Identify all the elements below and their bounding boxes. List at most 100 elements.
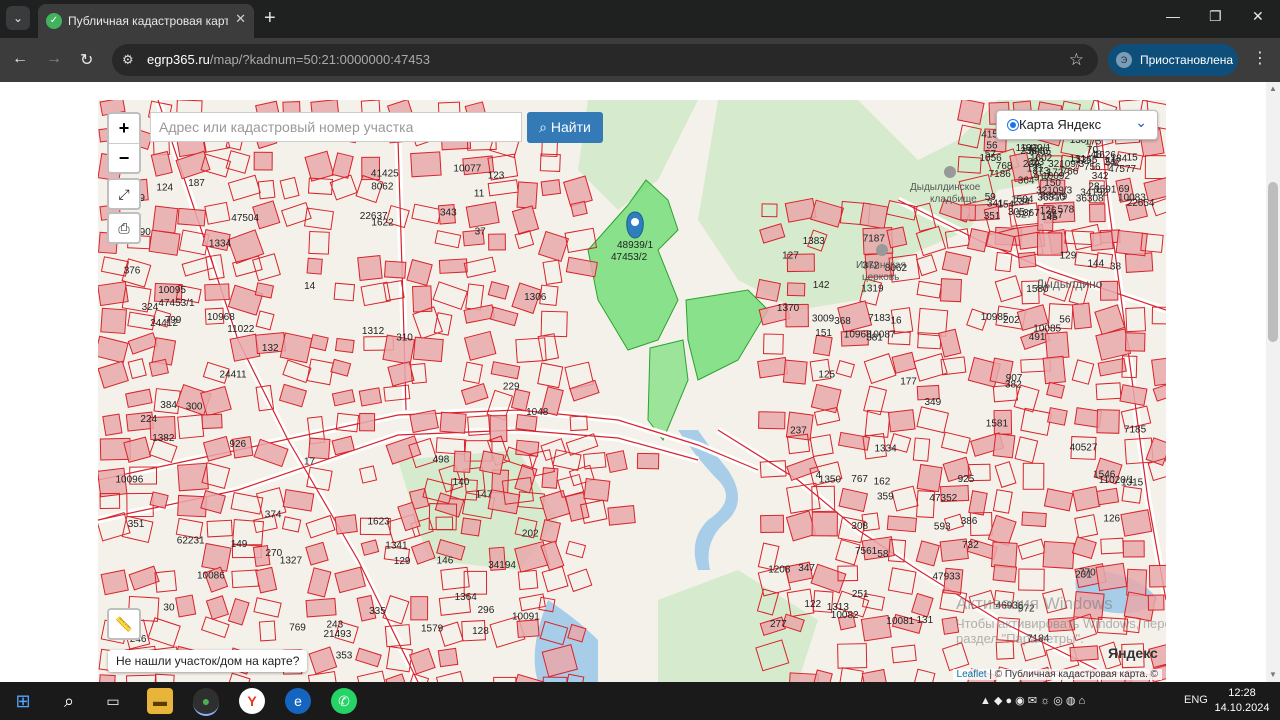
layer-radio[interactable] <box>1007 119 1019 131</box>
parcel[interactable] <box>517 569 539 591</box>
parcel[interactable] <box>411 203 442 225</box>
parcel[interactable] <box>915 540 940 567</box>
parcel[interactable] <box>1069 645 1099 662</box>
parcel[interactable] <box>811 511 838 537</box>
parcel[interactable] <box>605 450 628 474</box>
file-explorer-icon[interactable]: ▬ <box>147 688 173 714</box>
parcel[interactable] <box>98 335 129 364</box>
ruler-icon[interactable]: 📏 <box>107 608 141 640</box>
parcel[interactable] <box>465 283 485 311</box>
parcel[interactable] <box>281 516 302 533</box>
whatsapp-icon[interactable]: ✆ <box>331 688 357 714</box>
parcel[interactable] <box>147 617 181 648</box>
search-button[interactable]: ⌕ Найти <box>527 112 603 143</box>
parcel[interactable] <box>331 389 356 407</box>
parcel[interactable] <box>305 597 337 618</box>
parcel[interactable] <box>607 505 636 526</box>
scroll-down-icon[interactable]: ▼ <box>1269 670 1277 679</box>
parcel[interactable] <box>465 201 500 229</box>
parcel[interactable] <box>253 151 273 171</box>
parcel[interactable] <box>992 564 1018 583</box>
parcel[interactable] <box>460 517 482 537</box>
parcel[interactable] <box>440 566 470 591</box>
parcel[interactable] <box>253 597 282 618</box>
parcel[interactable] <box>254 282 275 299</box>
parcel[interactable] <box>460 382 489 406</box>
parcel[interactable] <box>1125 307 1147 333</box>
parcel[interactable] <box>358 387 383 407</box>
parcel[interactable] <box>863 353 897 385</box>
parcel[interactable] <box>255 310 275 331</box>
parcel[interactable] <box>1099 280 1119 301</box>
parcel[interactable] <box>562 175 593 208</box>
not-found-link[interactable]: Не нашли участок/дом на карте? <box>108 650 308 672</box>
parcel[interactable] <box>202 435 232 462</box>
minimize-icon[interactable]: — <box>1166 8 1180 24</box>
parcel[interactable] <box>992 433 1016 459</box>
parcel[interactable] <box>1124 332 1146 352</box>
parcel[interactable] <box>1095 382 1122 401</box>
parcel[interactable] <box>916 406 950 434</box>
parcel[interactable] <box>279 332 313 364</box>
parcel[interactable] <box>257 179 276 200</box>
parcel[interactable] <box>410 151 442 178</box>
parcel[interactable] <box>1124 252 1154 273</box>
parcel[interactable] <box>1064 230 1095 246</box>
parcel[interactable] <box>406 258 433 286</box>
task-view-icon[interactable]: ▭ <box>100 688 126 714</box>
parcel[interactable] <box>838 667 864 682</box>
parcel[interactable] <box>938 328 962 358</box>
parcel[interactable] <box>479 450 505 475</box>
parcel[interactable] <box>125 674 157 682</box>
parcel[interactable] <box>308 646 338 675</box>
active-tab[interactable]: ✓ Публичная кадастровая карта ✕ <box>38 4 254 38</box>
parcel[interactable] <box>583 478 611 502</box>
parcel[interactable] <box>100 569 129 596</box>
parcel[interactable] <box>811 669 833 682</box>
parcel[interactable] <box>225 150 251 174</box>
parcel[interactable] <box>150 150 173 177</box>
parcel[interactable] <box>760 514 785 534</box>
parcel[interactable] <box>757 356 789 379</box>
parcel[interactable] <box>887 567 917 595</box>
parcel[interactable] <box>992 489 1013 514</box>
parcel[interactable] <box>410 596 429 621</box>
parcel[interactable] <box>835 359 855 378</box>
parcel[interactable] <box>359 413 376 432</box>
parcel[interactable] <box>540 310 568 338</box>
parcel[interactable] <box>1020 407 1052 436</box>
parcel[interactable] <box>1044 331 1070 360</box>
parcel[interactable] <box>886 226 908 249</box>
parcel[interactable] <box>357 254 383 281</box>
print-icon[interactable]: ⎙ <box>107 212 141 244</box>
parcel[interactable] <box>175 594 197 618</box>
parcel[interactable] <box>994 275 1023 303</box>
parcel[interactable] <box>1144 155 1166 180</box>
parcel[interactable] <box>204 201 231 225</box>
parcel[interactable] <box>838 487 869 513</box>
parcel[interactable] <box>1119 384 1148 407</box>
parcel[interactable] <box>1096 409 1120 434</box>
parcel[interactable] <box>1042 355 1066 385</box>
parcel[interactable] <box>206 519 233 538</box>
parcel[interactable] <box>916 280 942 299</box>
language-indicator[interactable]: ENG <box>1184 694 1208 706</box>
parcel[interactable] <box>308 230 330 255</box>
parcel[interactable] <box>994 461 1017 488</box>
windows-start-icon[interactable]: ⊞ <box>10 688 36 714</box>
parcel[interactable] <box>200 385 232 417</box>
parcel[interactable] <box>489 306 519 327</box>
parcel[interactable] <box>306 257 323 275</box>
parcel[interactable] <box>966 228 990 253</box>
parcel[interactable] <box>542 259 563 286</box>
parcel[interactable] <box>1120 509 1153 537</box>
chrome-icon[interactable]: ● <box>193 688 219 716</box>
parcel[interactable] <box>511 205 540 236</box>
parcel[interactable] <box>334 337 355 354</box>
parcel[interactable] <box>785 510 817 542</box>
parcel[interactable] <box>98 674 116 682</box>
parcel[interactable] <box>1121 485 1143 504</box>
parcel[interactable] <box>148 229 181 256</box>
parcel[interactable] <box>1022 462 1045 490</box>
parcel[interactable] <box>280 201 312 228</box>
